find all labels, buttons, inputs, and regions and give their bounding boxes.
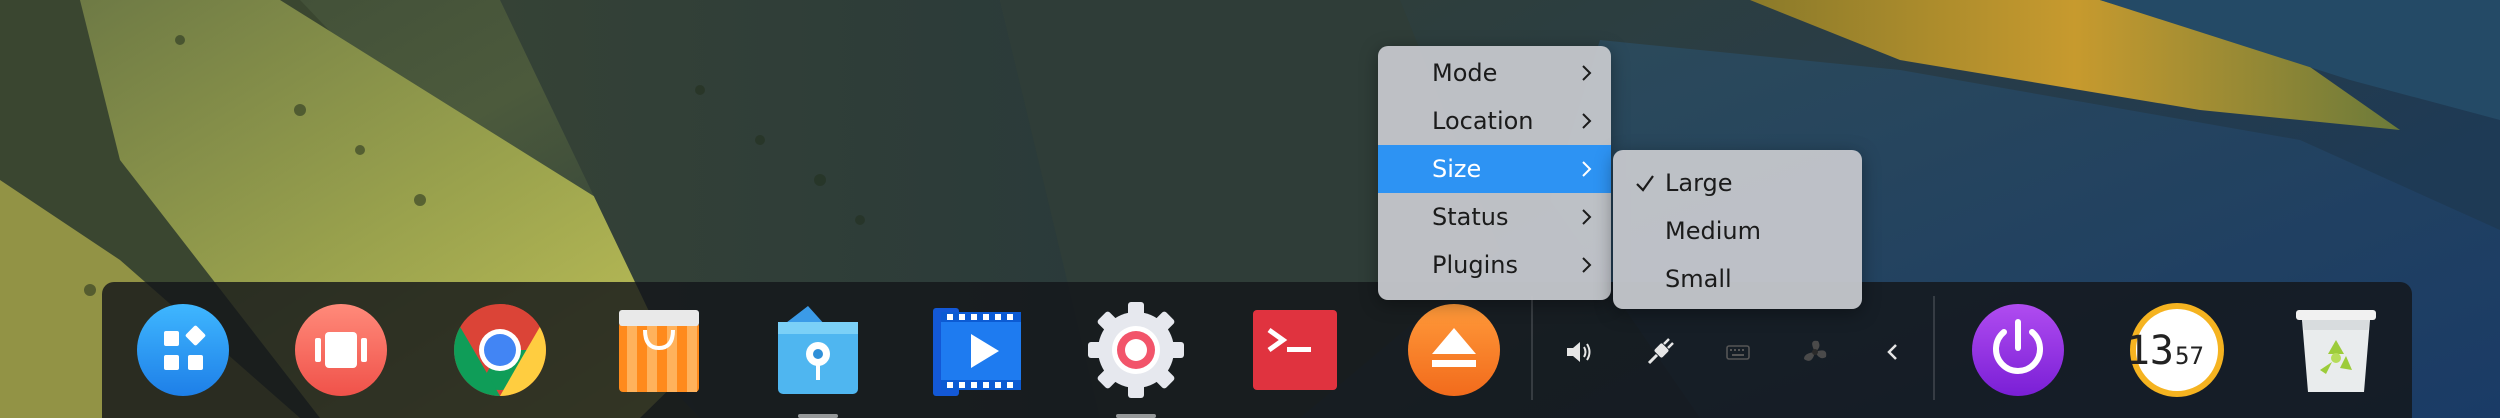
size-option-label: Small [1665, 265, 1732, 293]
menu-item-plugins[interactable]: Plugins [1378, 241, 1611, 289]
size-option-medium[interactable]: Medium [1613, 207, 1862, 255]
chevron-right-icon [1582, 161, 1592, 177]
clock-minutes: 57 [2175, 342, 2204, 370]
dock: 13 57 [102, 282, 2412, 418]
network-plug-icon [1647, 338, 1674, 365]
chevron-right-icon [1582, 65, 1592, 81]
power-icon [1972, 304, 2064, 396]
size-option-label: Medium [1665, 217, 1761, 245]
volume-icon [1567, 342, 1591, 362]
movie-player-icon [933, 308, 1021, 396]
launcher-button[interactable] [133, 300, 233, 400]
app-store-button[interactable] [609, 300, 709, 400]
control-center-button[interactable] [1086, 300, 1186, 400]
eject-button[interactable] [1404, 300, 1504, 400]
menu-item-label: Mode [1432, 59, 1498, 87]
chevron-left-icon [1887, 344, 1897, 360]
menu-item-size[interactable]: Size [1378, 145, 1611, 193]
menu-item-location[interactable]: Location [1378, 97, 1611, 145]
multitasking-view-button[interactable] [291, 300, 391, 400]
clock-widget[interactable]: 13 57 [2127, 300, 2227, 400]
eject-icon [1408, 304, 1500, 396]
fan-icon [1804, 340, 1827, 361]
menu-item-label: Size [1432, 155, 1482, 183]
keyboard-button[interactable] [1716, 330, 1760, 374]
movie-player-button[interactable] [927, 300, 1027, 400]
shutdown-button[interactable] [1968, 300, 2068, 400]
dock-separator [1531, 296, 1533, 400]
collapse-tray-button[interactable] [1871, 330, 1915, 374]
tray-app-button[interactable] [1793, 330, 1837, 374]
trash-bin-icon [2296, 310, 2376, 392]
chevron-right-icon [1582, 257, 1592, 273]
running-indicator [1116, 414, 1156, 418]
menu-item-mode[interactable]: Mode [1378, 49, 1611, 97]
size-submenu: Large Medium Small [1613, 150, 1862, 309]
menu-item-label: Location [1432, 107, 1534, 135]
chevron-right-icon [1582, 209, 1592, 225]
file-manager-button[interactable] [768, 300, 868, 400]
volume-button[interactable] [1558, 330, 1602, 374]
size-option-large[interactable]: Large [1613, 159, 1862, 207]
terminal-button[interactable] [1245, 300, 1345, 400]
menu-item-label: Plugins [1432, 251, 1518, 279]
trash-button[interactable] [2286, 300, 2386, 400]
menu-item-label: Status [1432, 203, 1509, 231]
launcher-grid-icon [137, 304, 229, 396]
settings-gear-icon [1088, 302, 1184, 398]
chevron-right-icon [1582, 113, 1592, 129]
dock-separator [1933, 296, 1935, 400]
size-option-label: Large [1665, 169, 1733, 197]
terminal-icon [1253, 310, 1337, 390]
network-button[interactable] [1638, 330, 1682, 374]
file-manager-icon [778, 306, 858, 394]
menu-item-status[interactable]: Status [1378, 193, 1611, 241]
size-option-small[interactable]: Small [1613, 255, 1862, 303]
clock-hours: 13 [2127, 328, 2174, 374]
running-indicator [798, 414, 838, 418]
clock-icon: 13 57 [2127, 303, 2224, 397]
chrome-icon [454, 304, 546, 396]
dock-context-menu: Mode Location Size Status Plugins [1378, 46, 1611, 300]
app-store-bag-icon [619, 310, 699, 392]
chrome-button[interactable] [450, 300, 550, 400]
keyboard-icon [1726, 345, 1750, 360]
checkmark-icon [1636, 175, 1654, 192]
multitasking-icon [295, 304, 387, 396]
